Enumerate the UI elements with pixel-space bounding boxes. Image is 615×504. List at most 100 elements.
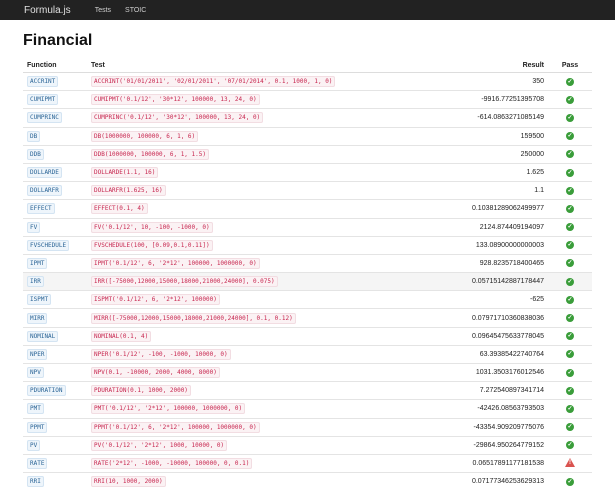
test-cell: DOLLARDE(1.1, 16) (87, 162, 438, 182)
test-expression: DDB(1000000, 100000, 6, 1, 1.5) (91, 148, 209, 160)
function-cell: DOLLARDE (23, 162, 87, 182)
function-cell: EFFECT (23, 199, 87, 218)
function-name-link[interactable]: PV (27, 439, 41, 451)
function-name-link[interactable]: NPER (27, 348, 48, 360)
table-row: EFFECT EFFECT(0.1, 4) 0.10381289062499977 ✓ (23, 199, 592, 218)
test-expression: ISPMT('0.1/12', 6, '2*12', 100000) (91, 294, 220, 306)
test-expression: FVSCHEDULE(100, [0.09,0.1,0.11]) (91, 239, 213, 251)
test-expression: EFFECT(0.1, 4) (91, 203, 148, 215)
function-name-link[interactable]: DB (27, 130, 41, 142)
pass-cell: ✓ (548, 253, 592, 273)
result-value: 63.39385422740764 (437, 344, 548, 364)
check-icon: ✓ (566, 368, 574, 377)
result-value: 0.10381289062499977 (437, 199, 548, 218)
function-name-link[interactable]: NPV (27, 367, 44, 379)
table-body: ACCRINT ACCRINT('01/01/2011', '02/01/2011… (23, 71, 592, 491)
table-row: DB DB(1000000, 100000, 6, 1, 6) 159500 ✓ (23, 126, 592, 146)
function-name-link[interactable]: CUMIPMT (27, 94, 59, 106)
function-name-link[interactable]: FV (27, 221, 41, 233)
table-row: ACCRINT ACCRINT('01/01/2011', '02/01/2011… (23, 71, 592, 91)
page-title: Financial (23, 32, 93, 49)
result-value: -29864.950264779152 (437, 435, 548, 455)
function-name-link[interactable]: FVSCHEDULE (27, 239, 70, 251)
table-row: MIRR MIRR([-75000,12000,15000,18000,21000… (23, 308, 592, 328)
test-cell: IRR([-75000,12000,15000,18000,21000,2400… (87, 272, 438, 291)
function-cell: CUMIPMT (23, 90, 87, 109)
function-name-link[interactable]: ISPMT (27, 294, 52, 306)
function-name-link[interactable]: PMT (27, 403, 44, 415)
function-name-link[interactable]: MIRR (27, 312, 48, 324)
function-name-link[interactable]: RATE (27, 458, 48, 470)
pass-cell: ✓ (548, 144, 592, 164)
function-cell: DOLLARFR (23, 181, 87, 200)
check-icon: ✓ (566, 132, 574, 141)
table-row: ISPMT ISPMT('0.1/12', 6, '2*12', 100000) -… (23, 290, 592, 309)
test-cell: EFFECT(0.1, 4) (87, 199, 438, 218)
table-row: IRR IRR([-75000,12000,15000,18000,21000,2… (23, 272, 592, 291)
result-value: 7.272540897341714 (437, 381, 548, 400)
function-name-link[interactable]: DOLLARDE (27, 167, 62, 179)
result-value: 0.07971710360838036 (437, 308, 548, 328)
check-icon: ✓ (566, 204, 574, 213)
pass-cell: ✓ (548, 199, 592, 218)
test-expression: CUMPRINC('0.1/12', '30*12', 100000, 13, … (91, 112, 264, 124)
test-expression: NPV(0.1, -10000, 2000, 4000, 8000) (91, 367, 220, 379)
function-cell: FV (23, 217, 87, 237)
function-name-link[interactable]: DDB (27, 148, 44, 160)
test-expression: PDURATION(0.1, 1000, 2000) (91, 385, 191, 397)
function-name-link[interactable]: RRI (27, 476, 44, 488)
function-name-link[interactable]: NOMINAL (27, 330, 59, 342)
function-name-link[interactable]: DOLLARFR (27, 185, 62, 197)
pass-cell: ✓ (548, 290, 592, 309)
test-expression: PV('0.1/12', '2*12', 1000, 10000, 0) (91, 439, 228, 451)
function-cell: PMT (23, 399, 87, 419)
result-value: 350 (437, 71, 548, 91)
table-row: DDB DDB(1000000, 100000, 6, 1, 1.5) 250000… (23, 144, 592, 164)
pass-cell: ✓ (548, 181, 592, 200)
warning-icon: ! (565, 458, 575, 468)
function-name-link[interactable]: PPMT (27, 421, 48, 433)
test-expression: DOLLARDE(1.1, 16) (91, 167, 159, 179)
function-cell: MIRR (23, 308, 87, 328)
brand-logo-text[interactable]: Formula.js (24, 5, 71, 16)
table-row: NPV NPV(0.1, -10000, 2000, 4000, 8000) 103… (23, 362, 592, 382)
function-name-link[interactable]: PDURATION (27, 385, 66, 397)
function-name-link[interactable]: EFFECT (27, 203, 55, 215)
test-cell: ISPMT('0.1/12', 6, '2*12', 100000) (87, 290, 438, 309)
test-expression: ACCRINT('01/01/2011', '02/01/2011', '07/… (91, 76, 336, 88)
check-icon: ✓ (566, 423, 574, 432)
test-expression: PPMT('0.1/12', 6, '2*12', 100000, 100000… (91, 421, 260, 433)
test-expression: IRR([-75000,12000,15000,18000,21000,2400… (91, 276, 278, 288)
function-cell: PV (23, 435, 87, 455)
result-value: 1.1 (437, 181, 548, 200)
check-icon: ✓ (566, 186, 574, 195)
table-row: IPMT IPMT('0.1/12', 6, '2*12', 100000, 10… (23, 253, 592, 273)
nav-link-tests[interactable]: Tests (95, 7, 111, 14)
pass-cell: ✓ (548, 272, 592, 291)
test-cell: FV('0.1/12', 10, -100, -1000, 0) (87, 217, 438, 237)
nav-link-stoic[interactable]: STOIC (125, 7, 146, 14)
test-expression: RRI(10, 1000, 2000) (91, 476, 166, 488)
test-cell: RRI(10, 1000, 2000) (87, 472, 438, 491)
function-name-link[interactable]: IPMT (27, 257, 48, 269)
pass-cell: ✓ (548, 399, 592, 419)
check-icon: ✓ (566, 350, 574, 359)
test-expression: CUMIPMT('0.1/12', '30*12', 100000, 13, 2… (91, 94, 260, 106)
test-cell: DB(1000000, 100000, 6, 1, 6) (87, 126, 438, 146)
test-cell: PMT('0.1/12', '2*12', 100000, 1000000, 0… (87, 399, 438, 419)
function-name-link[interactable]: IRR (27, 276, 44, 288)
check-icon: ✓ (566, 77, 574, 86)
table-row: DOLLARFR DOLLARFR(1.625, 16) 1.1 ✓ (23, 181, 592, 200)
pass-cell: ✓ (548, 326, 592, 346)
function-name-link[interactable]: ACCRINT (27, 76, 59, 88)
check-icon: ✓ (566, 95, 574, 104)
result-value: 0.07177346253629313 (437, 472, 548, 491)
check-icon: ✓ (566, 277, 574, 286)
check-icon: ✓ (566, 404, 574, 413)
function-name-link[interactable]: CUMPRINC (27, 112, 62, 124)
header-function: Function (23, 58, 87, 73)
test-cell: MIRR([-75000,12000,15000,18000,21000,240… (87, 308, 438, 328)
table-row: FV FV('0.1/12', 10, -100, -1000, 0) 2124.8… (23, 217, 592, 237)
table-row: CUMPRINC CUMPRINC('0.1/12', '30*12', 1000… (23, 108, 592, 128)
test-expression: IPMT('0.1/12', 6, '2*12', 100000, 100000… (91, 257, 260, 269)
